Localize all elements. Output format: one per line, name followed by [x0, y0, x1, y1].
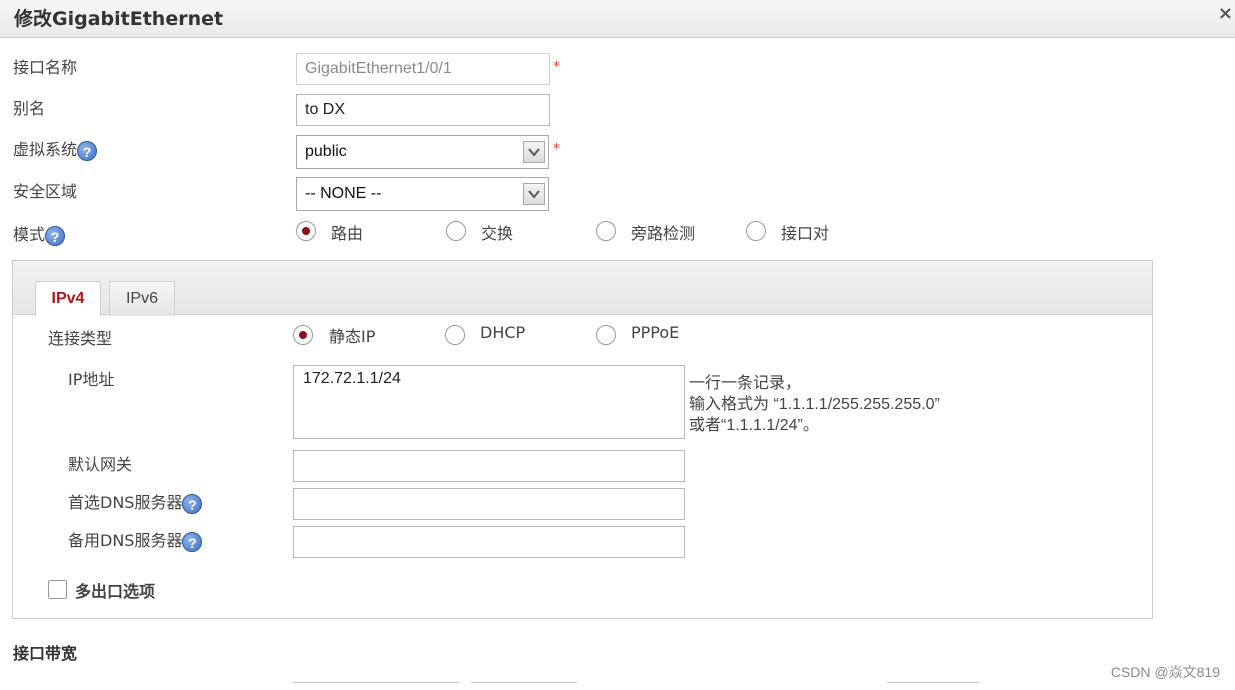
ip-address-hint-line2: 输入格式为 “1.1.1.1/255.255.255.0” [689, 396, 940, 413]
security-zone-label: 安全区域 [13, 182, 78, 201]
primary-dns-input[interactable] [293, 488, 685, 520]
alias-input[interactable]: to DX [296, 94, 550, 126]
ip-address-label: IP地址 [68, 370, 115, 389]
multi-egress-label: 多出口选项 [75, 582, 156, 601]
connection-option-pppoe: PPPoE [631, 323, 680, 342]
mode-radio-bypass[interactable] [596, 221, 616, 241]
ip-address-hint-line1: 一行一条记录， [689, 375, 802, 392]
bandwidth-input-partial[interactable] [887, 682, 979, 690]
dialog-title: 修改GigabitEthernet [14, 8, 224, 30]
ip-config-panel: IPv4 IPv6 [12, 260, 1153, 619]
help-icon[interactable]: ? [182, 531, 203, 552]
secondary-dns-input[interactable] [293, 526, 685, 558]
close-icon[interactable]: × [1218, 3, 1233, 24]
default-gateway-input[interactable] [293, 450, 685, 482]
tab-bar: IPv4 IPv6 [13, 261, 1152, 316]
required-marker: * [553, 141, 560, 157]
tab-ipv4[interactable]: IPv4 [35, 281, 101, 316]
help-icon[interactable]: ? [182, 493, 203, 514]
required-marker: * [553, 59, 560, 75]
alias-label: 别名 [13, 99, 46, 118]
security-zone-select-value: -- NONE -- [305, 185, 382, 202]
default-gateway-label: 默认网关 [68, 455, 133, 474]
connection-type-label: 连接类型 [48, 329, 113, 348]
bandwidth-input-partial[interactable] [471, 682, 577, 690]
mode-radio-pair[interactable] [746, 221, 766, 241]
mode-option-pair: 接口对 [781, 224, 830, 243]
interface-name-label: 接口名称 [13, 58, 78, 77]
mode-option-route: 路由 [331, 224, 364, 243]
mode-option-bypass: 旁路检测 [631, 224, 696, 243]
connection-radio-dhcp[interactable] [445, 325, 465, 345]
vsys-label: 虚拟系统? [13, 136, 98, 161]
chevron-down-icon[interactable] [523, 183, 545, 205]
chevron-down-icon[interactable] [523, 141, 545, 163]
mode-radio-switch[interactable] [446, 221, 466, 241]
connection-radio-pppoe[interactable] [596, 325, 616, 345]
dialog-titlebar: 修改GigabitEthernet × [0, 0, 1235, 38]
vsys-select[interactable]: public [296, 135, 549, 169]
bandwidth-input-partial[interactable] [293, 682, 459, 690]
vsys-select-value: public [305, 143, 347, 160]
security-zone-select[interactable]: -- NONE -- [296, 177, 549, 211]
ip-address-textarea[interactable]: 172.72.1.1/24 [293, 365, 685, 439]
connection-option-dhcp: DHCP [480, 323, 526, 342]
watermark: CSDN @焱文819 [1110, 664, 1220, 680]
interface-name-input: GigabitEthernet1/0/1 [296, 53, 550, 85]
secondary-dns-label: 备用DNS服务器? [68, 527, 203, 552]
tab-ipv6[interactable]: IPv6 [109, 281, 175, 316]
connection-option-static: 静态IP [329, 327, 376, 346]
mode-option-switch: 交换 [481, 224, 514, 243]
bandwidth-section-title: 接口带宽 [13, 644, 78, 663]
help-icon[interactable]: ? [45, 225, 66, 246]
help-icon[interactable]: ? [77, 140, 98, 161]
mode-label: 模式? [13, 221, 66, 246]
multi-egress-checkbox[interactable] [48, 580, 67, 599]
mode-radio-route[interactable] [296, 221, 316, 241]
primary-dns-label: 首选DNS服务器? [68, 489, 203, 514]
ip-address-hint-line3: 或者“1.1.1.1/24”。 [689, 417, 819, 434]
connection-radio-static[interactable] [293, 325, 313, 345]
